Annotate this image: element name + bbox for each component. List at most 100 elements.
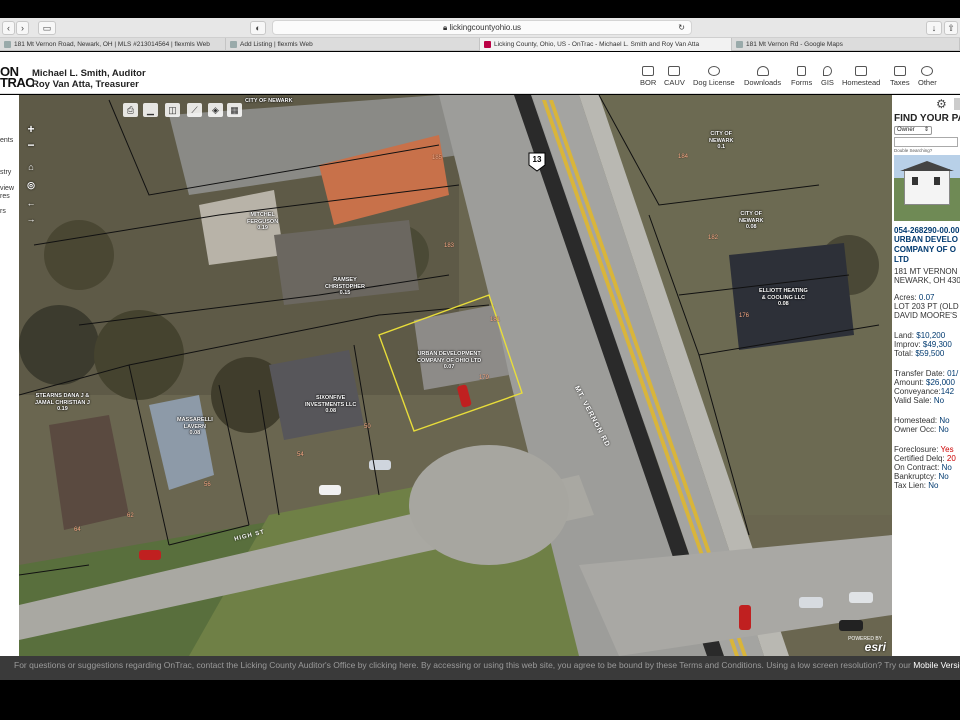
- tab-bar: 181 Mt Vernon Road, Newark, OH | MLS #21…: [0, 38, 960, 51]
- parcel-label[interactable]: RAMSEY CHRISTOPHER 0.15: [325, 277, 365, 297]
- sidebar-item[interactable]: rs: [0, 208, 6, 215]
- zoom-in-button[interactable]: +: [25, 123, 37, 135]
- panel-toggle-icon[interactable]: [954, 98, 960, 110]
- tab-add-listing[interactable]: Add Listing | flexmls Web: [226, 38, 480, 51]
- field-certified-delq: Certified Delq: 20: [894, 454, 956, 463]
- locate-icon[interactable]: ◎: [25, 179, 37, 191]
- favicon-icon: [4, 41, 11, 48]
- address-number: 183: [444, 243, 455, 249]
- find-parcel-title: FIND YOUR PA: [894, 113, 960, 124]
- compare-icon[interactable]: ◫: [165, 103, 180, 117]
- parcel-label-selected[interactable]: URBAN DEVELOPMENT COMPANY OF OHIO LTD 0.0…: [417, 351, 481, 371]
- search-type-select[interactable]: Owner ⇕: [894, 126, 932, 135]
- sidebar-item[interactable]: ents: [0, 137, 13, 144]
- property-address-line: NEWARK, OH 430: [894, 276, 960, 285]
- field-bankruptcy: Bankruptcy: No: [894, 472, 949, 481]
- parcel-label[interactable]: CITY OF NEWARK: [245, 98, 293, 105]
- address-number: 64: [74, 527, 81, 533]
- favicon-icon: [736, 41, 743, 48]
- nav-dog-license[interactable]: Dog License: [693, 66, 735, 87]
- parcel-label[interactable]: SIXONFIVE INVESTMENTS LLC 0.08: [305, 395, 356, 415]
- nav-taxes[interactable]: Taxes: [890, 66, 910, 87]
- nav-homestead[interactable]: Homestead: [842, 66, 880, 87]
- back-button[interactable]: ‹: [2, 21, 15, 35]
- field-tax-lien: Tax Lien: No: [894, 481, 939, 490]
- back-arrow-icon[interactable]: ←: [25, 197, 37, 209]
- nav-other[interactable]: Other: [918, 66, 937, 87]
- property-photo[interactable]: [894, 155, 960, 221]
- nav-cauv[interactable]: CAUV: [664, 66, 685, 87]
- parcel-label[interactable]: CITY OF NEWARK 0.08: [739, 211, 763, 231]
- tractor-icon: [668, 66, 681, 76]
- browser-window: ‹ › ▭ ◐ 🔒︎ lickingcountyohio.us ↻ ↓ ⇧ 18…: [0, 0, 960, 720]
- map-imagery: [19, 95, 892, 656]
- site-footer: For questions or suggestions regarding O…: [0, 656, 960, 680]
- address-number: 176: [739, 313, 750, 319]
- aerial-map[interactable]: 13 ⎙ ▁ ◫ ⟋ ◈ ▦ + − ⌂ ◎ ← → CITY OF NEWAR…: [19, 95, 892, 656]
- sidebar-toggle-icon[interactable]: ▭: [38, 21, 56, 35]
- field-conveyance: Conveyance:142: [894, 387, 955, 396]
- home-icon[interactable]: ⌂: [25, 161, 37, 173]
- auditor-name: Michael L. Smith, Auditor: [32, 68, 146, 79]
- tab-google-maps[interactable]: 181 Mt Vernon Rd - Google Maps: [732, 38, 960, 51]
- parcel-label[interactable]: CITY OF NEWARK 0.1: [709, 131, 733, 151]
- measure-icon[interactable]: ⟋: [187, 103, 202, 117]
- address-bar[interactable]: 🔒︎ lickingcountyohio.us ↻: [272, 20, 692, 35]
- chart-icon[interactable]: ▁: [143, 103, 158, 117]
- tab-ontrac[interactable]: Licking County, Ohio, US - OnTrac - Mich…: [480, 38, 732, 51]
- address-number: 182: [708, 235, 719, 241]
- sidebar-item[interactable]: res: [0, 193, 10, 200]
- house-icon: [855, 66, 868, 76]
- address-number: 54: [297, 452, 304, 458]
- nav-gis[interactable]: GIS: [821, 66, 834, 87]
- field-homestead: Homestead: No: [894, 416, 950, 425]
- double-search-hint[interactable]: Double Searching?: [894, 148, 932, 153]
- parcel-label[interactable]: ELLIOTT HEATING & COOLING LLC 0.08: [759, 288, 808, 308]
- parcel-label[interactable]: MASSARELLI LAVERN 0.08: [177, 417, 213, 437]
- map-pin-icon: [822, 66, 832, 76]
- zoom-out-button[interactable]: −: [25, 139, 37, 151]
- browser-toolbar: ‹ › ▭ ◐ 🔒︎ lickingcountyohio.us ↻ ↓ ⇧: [0, 18, 960, 38]
- nav-bor[interactable]: BOR: [640, 66, 656, 87]
- parcel-label[interactable]: STEARNS DANA J & JAMAL CHRISTIAN J 0.19: [35, 393, 90, 413]
- downloads-icon[interactable]: ↓: [926, 21, 942, 35]
- paw-icon: [707, 66, 720, 76]
- chevron-down-icon: ⇕: [923, 127, 929, 133]
- sidebar-item[interactable]: view: [0, 185, 14, 192]
- esri-logo[interactable]: esri: [865, 640, 886, 654]
- field-acres: Acres: 0.07: [894, 293, 935, 302]
- field-legal-2: DAVID MOORE'S: [894, 311, 958, 320]
- nav-forms[interactable]: Forms: [791, 66, 812, 87]
- address-number: 56: [204, 482, 211, 488]
- privacy-shield-icon[interactable]: ◐: [250, 21, 266, 35]
- share-icon[interactable]: ⇧: [944, 21, 958, 35]
- cloud-download-icon: [756, 66, 769, 76]
- layers-icon[interactable]: ◈: [208, 103, 223, 117]
- letterbox-bar: [0, 680, 960, 720]
- favicon-icon: [484, 41, 491, 48]
- forward-button[interactable]: ›: [16, 21, 29, 35]
- site-header: ON TRAC Michael L. Smith, Auditor Roy Va…: [0, 52, 960, 94]
- basemap-grid-icon[interactable]: ▦: [227, 103, 242, 117]
- window-shape: [934, 177, 940, 185]
- mobile-version-link[interactable]: Mobile Version: [913, 660, 960, 670]
- settings-gear-icon[interactable]: ⚙: [936, 97, 947, 111]
- footer-text: For questions or suggestions regarding O…: [14, 660, 960, 670]
- tab-flexmls-listing[interactable]: 181 Mt Vernon Road, Newark, OH | MLS #21…: [0, 38, 226, 51]
- roof-shape: [900, 161, 954, 171]
- print-icon[interactable]: ⎙: [123, 103, 138, 117]
- parcel-label[interactable]: MITCHEL FERGUSON 0.19: [247, 212, 278, 232]
- ontrac-logo[interactable]: ON TRAC: [0, 65, 35, 89]
- field-owner-occ: Owner Occ: No: [894, 425, 949, 434]
- url-text: lickingcountyohio.us: [449, 23, 522, 32]
- parcel-id[interactable]: 054-268290-00.00: [894, 226, 959, 235]
- forward-arrow-icon[interactable]: →: [25, 213, 37, 225]
- inbox-icon: [642, 66, 655, 76]
- nav-downloads[interactable]: Downloads: [744, 66, 781, 87]
- reload-icon[interactable]: ↻: [678, 21, 685, 35]
- sidebar-item[interactable]: stry: [0, 169, 11, 176]
- document-icon: [797, 66, 807, 76]
- search-input[interactable]: [894, 137, 958, 147]
- address-number: 185: [432, 155, 443, 161]
- address-number: 179: [479, 375, 490, 381]
